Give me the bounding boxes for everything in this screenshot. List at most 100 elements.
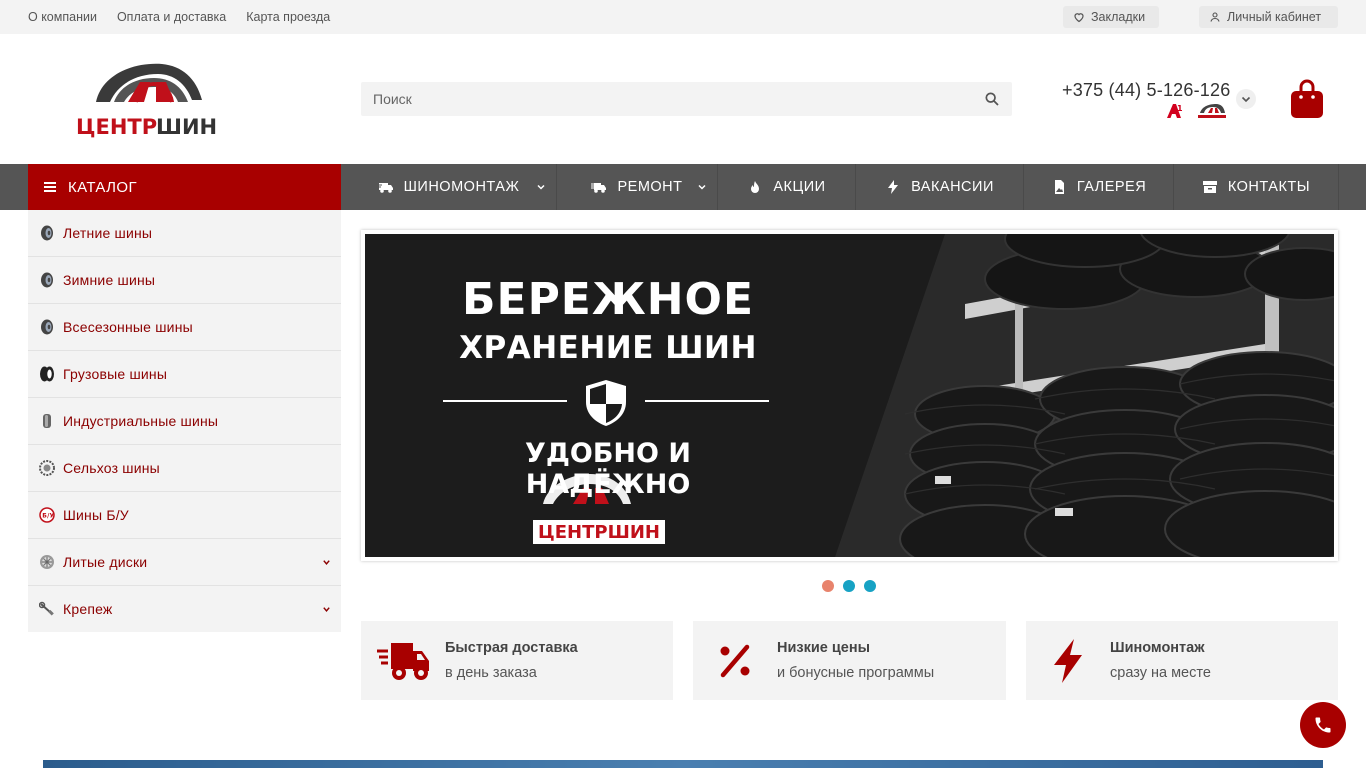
- nav-item-repair[interactable]: РЕМОНТ: [557, 164, 718, 210]
- wrench-icon: [39, 601, 54, 616]
- nav-item-contacts[interactable]: КОНТАКТЫ: [1174, 164, 1339, 210]
- phone-icon: [1315, 717, 1331, 733]
- logo-text-dark: ШИН: [156, 115, 217, 139]
- box-icon: [1202, 181, 1217, 193]
- tire-icon: [41, 272, 53, 288]
- phone-number[interactable]: +375 (44) 5-126-126: [1062, 80, 1230, 101]
- a1-logo-icon: 1: [1167, 104, 1183, 118]
- catalog-label: КАТАЛОГ: [68, 178, 138, 196]
- nav-item-label: ВАКАНСИИ: [911, 179, 994, 195]
- catalog-button[interactable]: КАТАЛОГ: [28, 164, 341, 210]
- top-link-map[interactable]: Карта проезда: [246, 10, 330, 24]
- slider-dot-2[interactable]: [843, 580, 855, 592]
- sidebar-item-fasteners[interactable]: Крепеж: [28, 586, 341, 632]
- heart-icon: [1074, 13, 1084, 23]
- search-bar: [361, 82, 1012, 116]
- tire-icon: [41, 225, 53, 241]
- tire-icon: [41, 319, 53, 335]
- sidebar-item-label: Зимние шины: [63, 272, 156, 288]
- call-button[interactable]: [1300, 702, 1346, 748]
- sidebar-item-label: Летние шины: [63, 225, 153, 241]
- phone-dropdown-button[interactable]: [1236, 89, 1256, 109]
- slider-dot-1[interactable]: [822, 580, 834, 592]
- used-tire-icon: Б/У: [39, 507, 55, 523]
- file-image-icon: [1054, 180, 1064, 194]
- sidebar-item-truck-tires[interactable]: Грузовые шины: [28, 351, 341, 398]
- feature-low-prices: Низкие цены и бонусные программы: [693, 621, 1006, 700]
- truck-icon: [377, 183, 393, 193]
- top-link-payment-delivery[interactable]: Оплата и доставка: [117, 10, 226, 24]
- nav-item-label: АКЦИИ: [773, 179, 826, 195]
- nav-item-vacancies[interactable]: ВАКАНСИИ: [856, 164, 1024, 210]
- chevron-down-icon[interactable]: [322, 558, 331, 567]
- account-button[interactable]: Личный кабинет: [1199, 6, 1338, 28]
- nav-item-label: КОНТАКТЫ: [1227, 179, 1311, 195]
- bottom-banner-strip: [43, 760, 1323, 768]
- fire-icon: [751, 181, 760, 193]
- catalog-sidebar: Летние шины Зимние шины Всесезонные шины…: [28, 210, 341, 632]
- feature-title: Низкие цены: [777, 640, 870, 656]
- sidebar-item-label: Шины Б/У: [63, 507, 129, 523]
- logo-text-red: ЦЕНТР: [76, 115, 157, 139]
- mini-logo-icon: [1198, 104, 1226, 118]
- feature-subtitle: и бонусные программы: [777, 665, 935, 681]
- nav-item-tire-fitting[interactable]: ШИНОМОНТАЖ: [341, 164, 557, 210]
- sidebar-item-used-tires[interactable]: Б/У Шины Б/У: [28, 492, 341, 539]
- sidebar-item-winter-tires[interactable]: Зимние шины: [28, 257, 341, 304]
- svg-text:1: 1: [1177, 104, 1183, 113]
- feature-subtitle: в день заказа: [445, 665, 537, 681]
- operators: 1: [1166, 103, 1228, 119]
- delivery-truck-icon: [377, 643, 429, 680]
- slider-dots: [822, 580, 876, 592]
- top-links: О компании Оплата и доставка Карта проез…: [28, 0, 330, 34]
- sidebar-item-industrial-tires[interactable]: Индустриальные шины: [28, 398, 341, 445]
- industrial-tire-icon: [43, 414, 51, 428]
- user-icon: [1210, 12, 1220, 22]
- sidebar-item-label: Всесезонные шины: [63, 319, 193, 335]
- feature-tire-fitting: Шиномонтаж сразу на месте: [1026, 621, 1338, 700]
- sidebar-item-summer-tires[interactable]: Летние шины: [28, 210, 341, 257]
- menu-icon: [44, 182, 56, 192]
- agro-tire-icon: [39, 460, 55, 476]
- chevron-down-icon: [698, 184, 706, 190]
- feature-fast-delivery: Быстрая доставка в день заказа: [361, 621, 673, 700]
- tow-truck-icon: [591, 183, 607, 193]
- banner-logo-text: ЦЕНТРШИН: [538, 522, 660, 543]
- nav-item-promotions[interactable]: АКЦИИ: [718, 164, 856, 210]
- account-label: Личный кабинет: [1227, 10, 1322, 24]
- feature-title: Шиномонтаж: [1110, 640, 1205, 656]
- chevron-down-icon: [537, 184, 545, 190]
- sidebar-item-label: Литые диски: [63, 554, 148, 570]
- slider-dot-3[interactable]: [864, 580, 876, 592]
- promo-banner[interactable]: БЕРЕЖНОЕ ХРАНЕНИЕ ШИН УДОБНО И НАДЁЖНО Ц…: [365, 234, 1334, 557]
- sidebar-item-label: Индустриальные шины: [63, 413, 219, 429]
- nav-item-label: ГАЛЕРЕЯ: [1076, 179, 1147, 195]
- truck-tire-icon: [40, 366, 54, 382]
- search-icon[interactable]: [984, 91, 1000, 107]
- nav-item-gallery[interactable]: ГАЛЕРЕЯ: [1024, 164, 1174, 210]
- search-input[interactable]: [361, 82, 961, 116]
- percent-icon: [720, 644, 750, 678]
- nav-menu: ШИНОМОНТАЖ РЕМОНТ АКЦИИ ВАКАНСИИ ГАЛЕРЕЯ…: [341, 164, 1339, 210]
- sidebar-item-label: Грузовые шины: [63, 366, 168, 382]
- chevron-down-icon: [1241, 96, 1251, 103]
- sidebar-item-label: Крепеж: [63, 601, 113, 617]
- sidebar-item-allseason-tires[interactable]: Всесезонные шины: [28, 304, 341, 351]
- top-bar: О компании Оплата и доставка Карта проез…: [0, 0, 1366, 34]
- chevron-down-icon[interactable]: [322, 605, 331, 614]
- site-logo[interactable]: ЦЕНТР ШИН: [74, 60, 224, 140]
- cart-icon[interactable]: [1289, 78, 1325, 120]
- banner-line-3: УДОБНО И НАДЁЖНО: [525, 438, 691, 500]
- sidebar-item-agro-tires[interactable]: Сельхоз шины: [28, 445, 341, 492]
- feature-subtitle: сразу на месте: [1110, 665, 1211, 681]
- bolt-icon: [888, 180, 899, 194]
- sidebar-item-alloy-rims[interactable]: Литые диски: [28, 539, 341, 586]
- svg-text:Б/У: Б/У: [42, 513, 54, 520]
- top-link-about[interactable]: О компании: [28, 10, 97, 24]
- bookmarks-button[interactable]: Закладки: [1063, 6, 1159, 28]
- rim-icon: [40, 555, 54, 569]
- feature-title: Быстрая доставка: [445, 640, 578, 656]
- nav-item-label: ШИНОМОНТАЖ: [403, 179, 520, 195]
- bookmarks-label: Закладки: [1091, 10, 1146, 24]
- bolt-icon: [1054, 639, 1082, 683]
